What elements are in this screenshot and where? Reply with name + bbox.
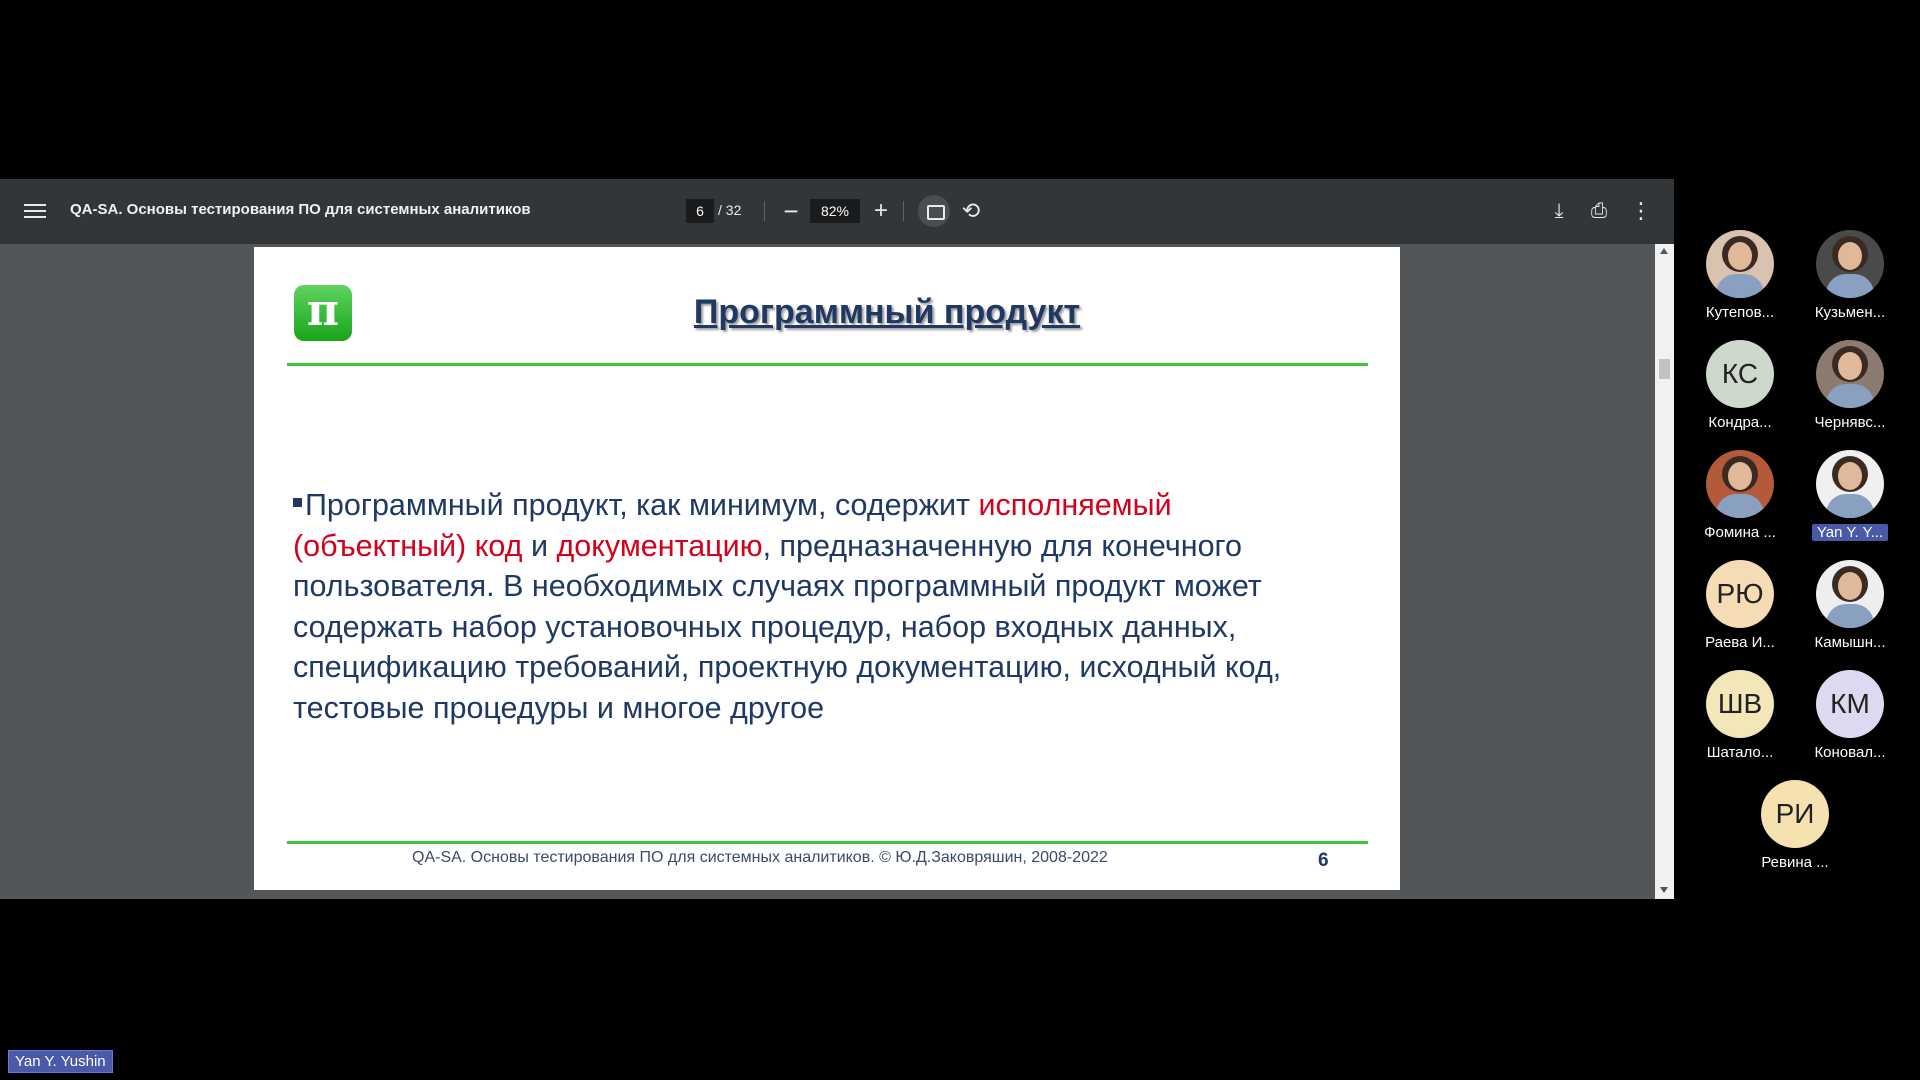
participant-tile[interactable]: Камышн...: [1795, 560, 1905, 651]
scroll-thumb[interactable]: [1659, 359, 1670, 379]
avatar: РЮ: [1706, 560, 1774, 628]
participant-tile[interactable]: КМ Коновал...: [1795, 670, 1905, 761]
participant-name: Кутепов...: [1705, 304, 1775, 321]
participant-name: Ревина ...: [1761, 854, 1829, 871]
toolbar-divider: [764, 201, 765, 221]
plus-icon[interactable]: +: [870, 193, 892, 229]
participant-name: Чернявс...: [1814, 414, 1886, 431]
body-text: Программный продукт, как минимум, содерж…: [305, 488, 979, 522]
document-title: QA-SA. Основы тестирования ПО для систем…: [70, 201, 531, 218]
avatar: [1816, 450, 1884, 518]
scroll-down-icon[interactable]: [1660, 887, 1668, 893]
self-name-label: Yan Y. Yushin: [8, 1050, 113, 1073]
slide-page: π Программный продукт Программный продук…: [254, 247, 1400, 890]
avatar: КМ: [1816, 670, 1884, 738]
participant-tile[interactable]: Фомина ...: [1685, 450, 1795, 541]
slide-title: Программный продукт: [693, 293, 1081, 331]
more-vert-icon[interactable]: ⋮: [1630, 193, 1652, 229]
participant-name: Кондра...: [1708, 414, 1772, 431]
participant-name: Коновал...: [1814, 744, 1886, 761]
slide-body: Программный продукт, как минимум, содерж…: [293, 485, 1353, 728]
participant-name: Камышн...: [1814, 634, 1886, 651]
participant-tile[interactable]: Чернявс...: [1795, 340, 1905, 431]
avatar: ШВ: [1706, 670, 1774, 738]
pdf-toolbar: QA-SA. Основы тестирования ПО для систем…: [0, 179, 1674, 244]
shared-screen: QA-SA. Основы тестирования ПО для систем…: [0, 179, 1674, 899]
body-text: и: [522, 528, 557, 563]
bullet-icon: [293, 498, 302, 507]
rotate-icon[interactable]: ⟲: [958, 195, 984, 227]
download-icon[interactable]: ⤓: [1549, 193, 1569, 229]
avatar: [1706, 450, 1774, 518]
participant-name: Фомина ...: [1704, 524, 1776, 541]
avatar: [1816, 560, 1884, 628]
avatar: [1706, 230, 1774, 298]
page-total: / 32: [718, 202, 742, 218]
menu-icon[interactable]: [24, 200, 46, 222]
zoom-level-input[interactable]: 82%: [810, 199, 860, 223]
scroll-up-icon[interactable]: [1660, 248, 1668, 254]
participant-tile[interactable]: КС Кондра...: [1685, 340, 1795, 431]
body-highlight: документацию: [556, 528, 763, 563]
participant-tile[interactable]: РЮ Раева И...: [1685, 560, 1795, 651]
participant-name: Раева И...: [1705, 634, 1775, 651]
participant-tile[interactable]: Yan Y. Y...: [1795, 450, 1905, 542]
vertical-scrollbar[interactable]: [1655, 244, 1674, 899]
avatar: РИ: [1761, 780, 1829, 848]
avatar: [1816, 340, 1884, 408]
participant-name: Кузьмен...: [1814, 304, 1886, 321]
participant-tile[interactable]: РИ Ревина ...: [1740, 780, 1850, 871]
minus-icon[interactable]: −: [780, 193, 802, 229]
toolbar-divider: [903, 201, 904, 221]
slide-number: 6: [1318, 850, 1329, 871]
divider-line: [287, 841, 1368, 844]
divider-line: [287, 363, 1368, 366]
print-icon[interactable]: ⎙: [1587, 193, 1611, 229]
fit-page-icon[interactable]: [918, 195, 950, 227]
avatar: [1816, 230, 1884, 298]
participant-tile[interactable]: Кузьмен...: [1795, 230, 1905, 321]
participant-tile[interactable]: Кутепов...: [1685, 230, 1795, 321]
participant-name: Yan Y. Y...: [1811, 524, 1889, 541]
participant-name: Шатало...: [1706, 744, 1774, 761]
avatar: КС: [1706, 340, 1774, 408]
page-number-input[interactable]: 6: [686, 199, 714, 223]
slide-footer: QA-SA. Основы тестирования ПО для систем…: [412, 849, 1108, 866]
participant-tile[interactable]: ШВ Шатало...: [1685, 670, 1795, 761]
